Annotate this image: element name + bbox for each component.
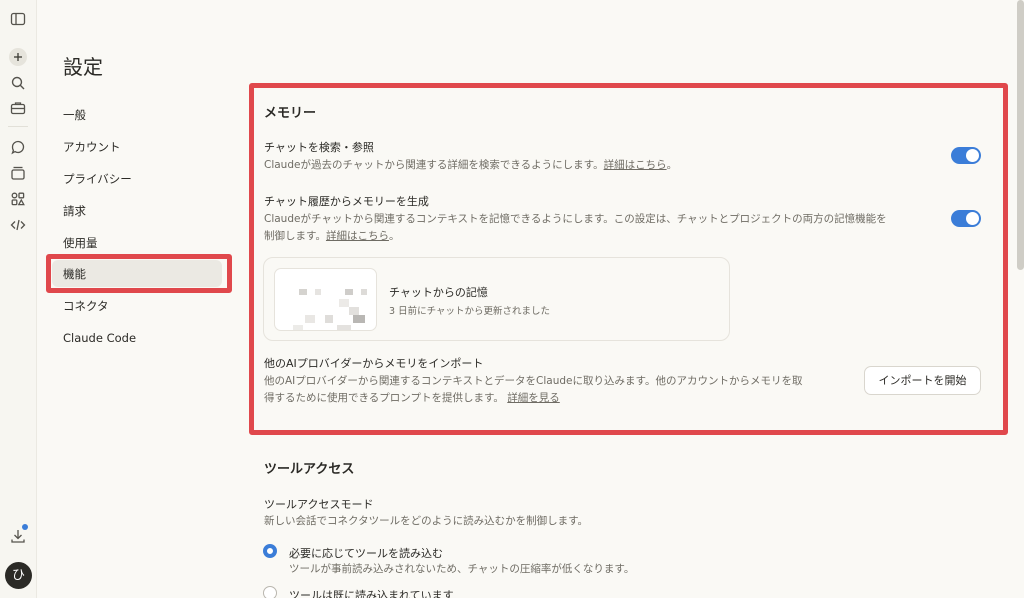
- tool-mode-title: ツールアクセスモード: [264, 498, 374, 511]
- nav-item-usage[interactable]: 使用量: [63, 233, 98, 253]
- highlight-box-memory: [249, 83, 1008, 435]
- chats-icon[interactable]: [9, 138, 27, 156]
- page-title: 設定: [63, 55, 103, 79]
- artifacts-icon[interactable]: [9, 190, 27, 208]
- option-load-on-demand-desc: ツールが事前読み込みされないため、チャットの圧縮率が低くなります。: [289, 563, 635, 575]
- notification-dot: [22, 524, 28, 530]
- projects-icon[interactable]: [9, 164, 27, 182]
- nav-item-privacy[interactable]: プライバシー: [63, 169, 132, 189]
- radio-load-on-demand[interactable]: [263, 544, 277, 558]
- nav-item-connectors[interactable]: コネクタ: [63, 296, 109, 316]
- toolbox-icon[interactable]: [9, 99, 27, 117]
- nav-item-billing[interactable]: 請求: [63, 201, 86, 221]
- option-load-on-demand-label: 必要に応じてツールを読み込む: [289, 547, 443, 560]
- new-chat-icon[interactable]: [9, 48, 27, 66]
- sidebar-toggle-icon[interactable]: [9, 10, 27, 28]
- highlight-box-nav: [46, 254, 232, 293]
- scrollbar[interactable]: [1017, 0, 1024, 270]
- tool-mode-desc: 新しい会話でコネクタツールをどのように読み込むかを制御します。: [264, 515, 589, 527]
- option-preloaded-label: ツールは既に読み込まれています: [289, 589, 454, 598]
- radio-preloaded[interactable]: [263, 586, 277, 598]
- nav-item-general[interactable]: 一般: [63, 105, 86, 125]
- search-icon[interactable]: [9, 74, 27, 92]
- icon-rail: ひ: [0, 0, 37, 598]
- nav-item-claude-code[interactable]: Claude Code: [63, 328, 136, 348]
- avatar[interactable]: ひ: [5, 562, 32, 589]
- nav-item-account[interactable]: アカウント: [63, 137, 121, 157]
- code-icon[interactable]: [9, 216, 27, 234]
- tools-heading: ツールアクセス: [264, 462, 355, 477]
